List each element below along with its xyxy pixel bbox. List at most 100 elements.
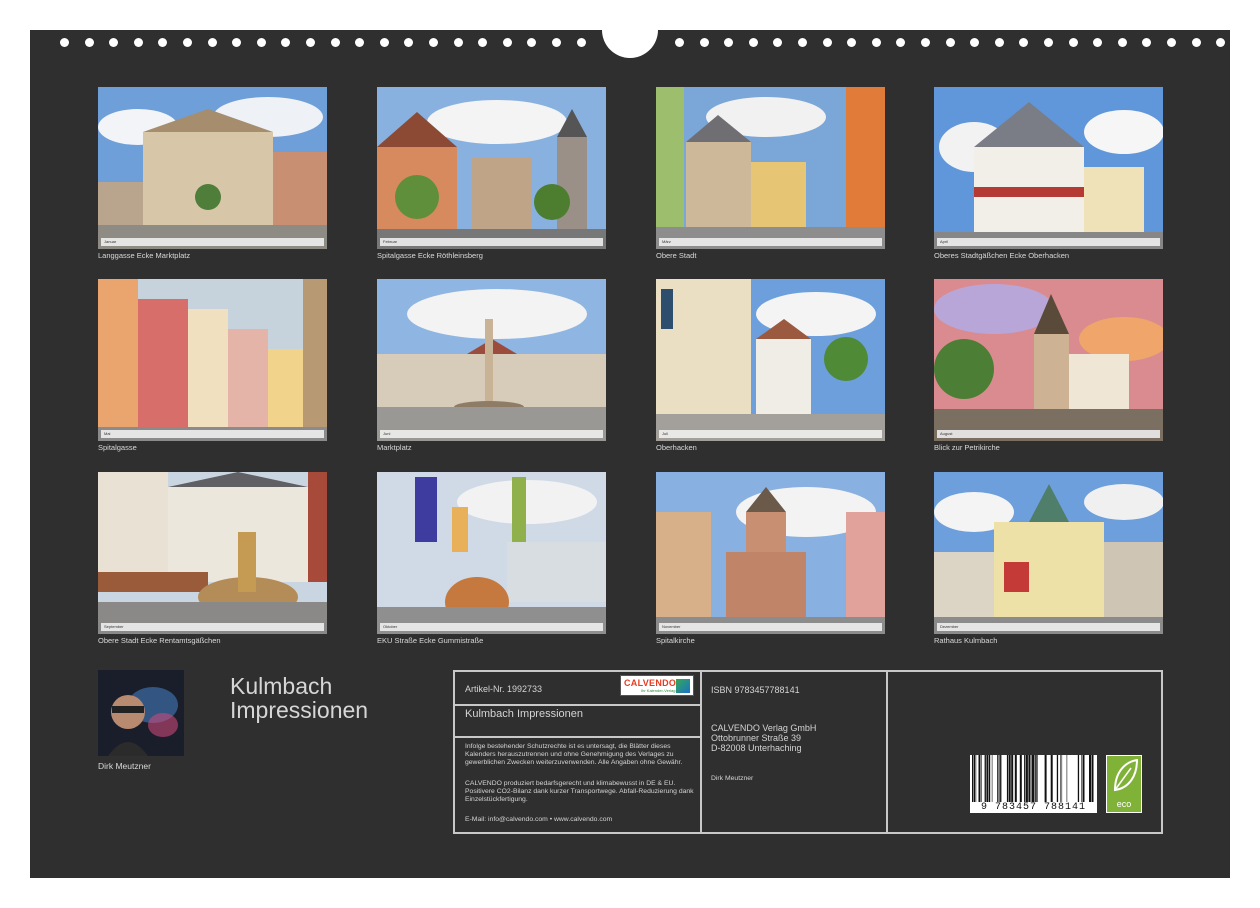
logo-mark-icon (676, 679, 690, 693)
photo-february: Februar (377, 87, 606, 249)
photo-image (656, 279, 885, 441)
calendar-title: Kulmbach Impressionen (230, 673, 369, 723)
binding-hole (675, 38, 684, 47)
photo-june: Juni (377, 279, 606, 441)
legal-notice: Infolge bestehender Schutzrechte ist es … (465, 743, 683, 766)
binding-hole (355, 38, 365, 47)
binding-hole (1167, 38, 1176, 47)
calvendo-logo: CALVENDO Ihr Kalender-Verlag (620, 675, 694, 696)
binding-hole (60, 38, 69, 47)
binding-hole (921, 38, 930, 47)
binding-hole (158, 38, 168, 47)
binding-hole (133, 38, 143, 47)
binding-hole (306, 38, 315, 47)
photo-caption: Rathaus Kulmbach (934, 636, 998, 645)
binding-hole (84, 38, 94, 47)
photo-caption: EKU Straße Ecke Gummistraße (377, 636, 484, 645)
binding-hole (1216, 38, 1226, 47)
photo-caption: Spitalgasse Ecke Röthleinsberg (377, 251, 483, 260)
binding-hole (970, 38, 980, 47)
binding-hole (1093, 38, 1103, 47)
photo-december: Dezember (934, 472, 1163, 634)
binding-hole (183, 38, 192, 47)
binding-hole (945, 38, 955, 47)
photo-november: November (656, 472, 885, 634)
production-notice: CALVENDO produziert bedarfsgerecht und k… (465, 780, 694, 803)
photo-image (98, 87, 327, 249)
photo-image (98, 279, 327, 441)
photo-march: März (656, 87, 885, 249)
binding-hole (1044, 38, 1053, 47)
month-label: Dezember (940, 624, 959, 629)
binding-hole (256, 38, 266, 47)
photo-image (656, 87, 885, 249)
binding-hole (576, 38, 586, 47)
binding-hole (1117, 38, 1127, 47)
photo-image (656, 472, 885, 634)
photo-april: April (934, 87, 1163, 249)
leaf-icon (1113, 758, 1139, 792)
binding-hole (404, 38, 414, 47)
binding-hole (1019, 38, 1029, 47)
logo-subtitle: Ihr Kalender-Verlag (641, 688, 676, 693)
author-portrait (98, 670, 184, 756)
binding-hole (109, 38, 119, 47)
product-title: Kulmbach Impressionen (465, 708, 584, 720)
publisher-street: Ottobrunner Straße 39 (711, 733, 802, 743)
binding-hole (822, 38, 832, 47)
binding-hole (232, 38, 242, 47)
month-label: Januar (104, 239, 117, 244)
month-label: Oktober (383, 624, 398, 629)
binding-hole (330, 38, 340, 47)
photo-image (98, 472, 327, 634)
publisher-name: CALVENDO Verlag GmbH (711, 723, 817, 733)
binding-hole (748, 38, 758, 47)
eco-label: eco (1116, 799, 1132, 809)
binding-hole (379, 38, 389, 47)
photo-image (934, 279, 1163, 441)
photo-august: August (934, 279, 1163, 441)
binding-hole (1142, 38, 1152, 47)
photo-caption: Spitalkirche (656, 636, 695, 645)
photo-october: Oktober (377, 472, 606, 634)
photo-image (934, 472, 1163, 634)
info-box: Artikel-Nr. 1992733 CALVENDO Ihr Kalende… (453, 670, 1163, 834)
ean-barcode: 9 783457 788141 (970, 755, 1097, 813)
binding-hole (478, 38, 488, 47)
photo-image (377, 279, 606, 441)
photo-january: Januar (98, 87, 327, 249)
photo-caption: Langgasse Ecke Marktplatz (98, 251, 191, 260)
publisher-city: D-82008 Unterhaching (711, 743, 802, 753)
binding-hole (724, 38, 734, 47)
photo-caption: Oberhacken (656, 443, 697, 452)
month-label: September (104, 624, 124, 629)
binding-hole (1191, 38, 1201, 47)
photo-caption: Obere Stadt (656, 251, 697, 260)
month-label: November (662, 624, 681, 629)
month-label: März (662, 239, 671, 244)
binding-hole (453, 38, 463, 47)
binding-hole (207, 38, 217, 47)
binding-hole (502, 38, 512, 47)
photo-image (934, 87, 1163, 249)
photo-image (377, 472, 606, 634)
photo-caption: Oberes Stadtgäßchen Ecke Oberhacken (934, 251, 1070, 260)
author-name: Dirk Meutzner (98, 761, 151, 771)
binding-hole (552, 38, 561, 47)
photo-image (377, 87, 606, 249)
photo-july: Juli (656, 279, 885, 441)
binding-hole (699, 38, 709, 47)
binding-hole (798, 38, 807, 47)
month-label: April (940, 239, 949, 244)
isbn: ISBN 9783457788141 (711, 685, 800, 695)
barcode-digits: 9 783457 788141 (970, 802, 1097, 813)
month-label: Juni (383, 431, 391, 436)
binding-hole (773, 38, 783, 47)
photo-may: Mai (98, 279, 327, 441)
month-label: Februar (383, 239, 398, 244)
binding-hole (847, 38, 857, 47)
eco-badge: eco (1106, 755, 1142, 813)
binding-hole (871, 38, 881, 47)
photo-caption: Obere Stadt Ecke Rentamtsgäßchen (98, 636, 221, 645)
month-label: Mai (104, 431, 111, 436)
